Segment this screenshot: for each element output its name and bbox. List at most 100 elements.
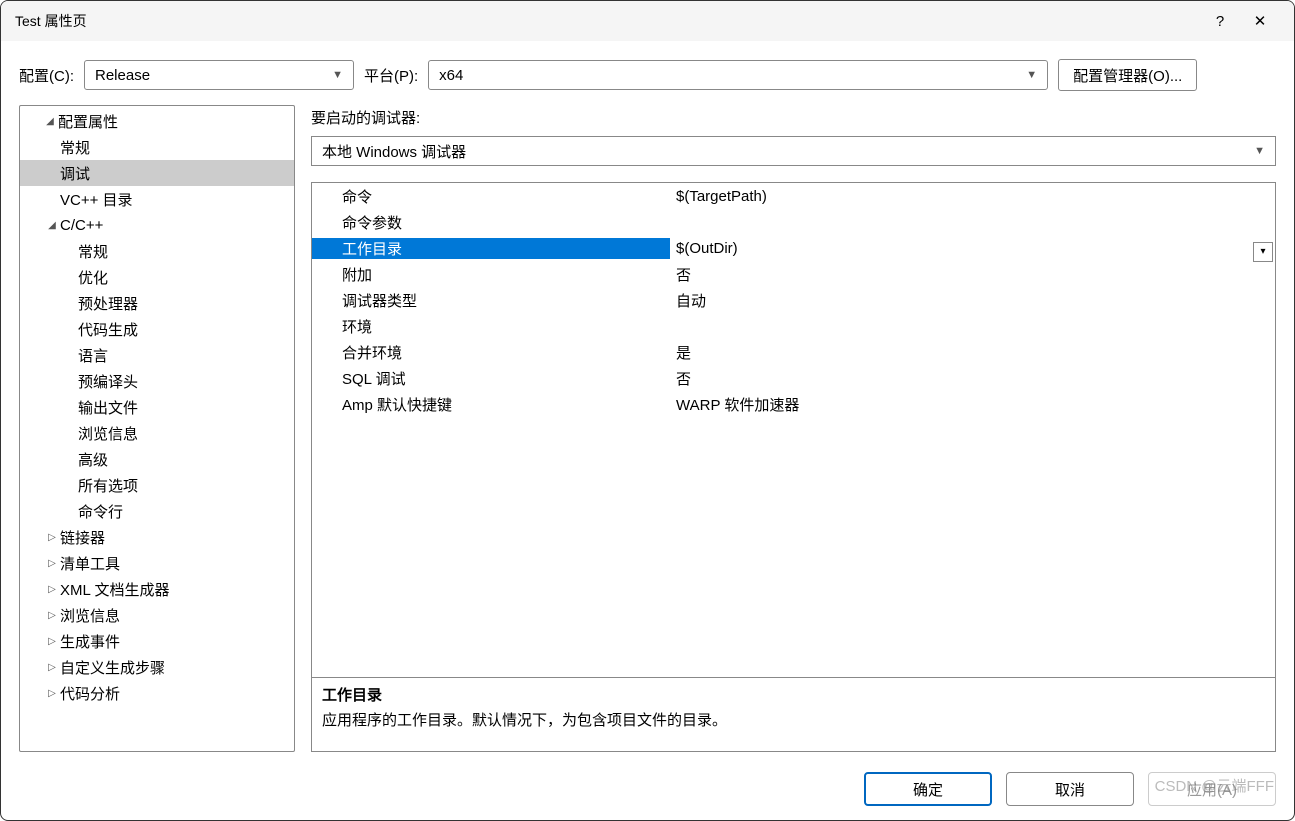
tree-item-label: 语言 <box>78 345 108 366</box>
property-row[interactable]: 调试器类型自动 <box>312 287 1275 313</box>
tree-item-label: 生成事件 <box>60 631 120 652</box>
tree-item-label: 预处理器 <box>78 293 138 314</box>
expand-arrow-icon: ▷ <box>44 662 60 673</box>
property-row[interactable]: 环境 <box>312 313 1275 339</box>
tree-item[interactable]: 浏览信息 <box>20 420 294 446</box>
tree-item[interactable]: 输出文件 <box>20 394 294 420</box>
property-value[interactable]: $(OutDir)▾ <box>670 240 1275 257</box>
category-tree[interactable]: ◢ 配置属性 常规调试VC++ 目录 ◢ C/C++ 常规优化预处理器代码生成语… <box>19 105 295 752</box>
expand-arrow-icon: ▷ <box>44 584 60 595</box>
tree-item-label: 常规 <box>78 241 108 262</box>
tree-item[interactable]: 常规 <box>20 238 294 264</box>
dropdown-button[interactable]: ▾ <box>1253 242 1273 262</box>
tree-item-label: 命令行 <box>78 501 123 522</box>
tree-item-label: 常规 <box>60 137 90 158</box>
close-button[interactable]: ✕ <box>1240 1 1280 41</box>
tree-item-label: XML 文档生成器 <box>60 579 169 600</box>
description-title: 工作目录 <box>322 684 1265 705</box>
property-row[interactable]: 工作目录$(OutDir)▾ <box>312 235 1275 261</box>
configuration-manager-button[interactable]: 配置管理器(O)... <box>1058 59 1197 91</box>
config-toolbar: 配置(C): Release ▼ 平台(P): x64 ▼ 配置管理器(O)..… <box>1 41 1294 97</box>
tree-item-cpp[interactable]: ◢ C/C++ <box>20 212 294 238</box>
tree-item-label: 浏览信息 <box>78 423 138 444</box>
apply-button[interactable]: 应用(A) <box>1148 772 1276 806</box>
property-value[interactable]: 是 <box>670 342 1275 363</box>
main-area: ◢ 配置属性 常规调试VC++ 目录 ◢ C/C++ 常规优化预处理器代码生成语… <box>1 97 1294 762</box>
property-value[interactable]: 否 <box>670 368 1275 389</box>
platform-label: 平台(P): <box>364 65 418 86</box>
chevron-down-icon: ▼ <box>332 69 343 81</box>
window-title: Test 属性页 <box>15 11 1200 31</box>
tree-item[interactable]: 代码生成 <box>20 316 294 342</box>
tree-item[interactable]: 所有选项 <box>20 472 294 498</box>
property-value[interactable]: WARP 软件加速器 <box>670 394 1275 415</box>
tree-item-label: 优化 <box>78 267 108 288</box>
expand-arrow-icon: ▷ <box>44 688 60 699</box>
property-grid: 命令$(TargetPath)命令参数工作目录$(OutDir)▾附加否调试器类… <box>311 182 1276 752</box>
cancel-button[interactable]: 取消 <box>1006 772 1134 806</box>
tree-item-label: 高级 <box>78 449 108 470</box>
collapse-arrow-icon: ◢ <box>42 116 58 127</box>
platform-value: x64 <box>439 67 463 84</box>
titlebar: Test 属性页 ? ✕ <box>1 1 1294 41</box>
configuration-value: Release <box>95 67 150 84</box>
property-row[interactable]: 命令$(TargetPath) <box>312 183 1275 209</box>
ok-button[interactable]: 确定 <box>864 772 992 806</box>
help-button[interactable]: ? <box>1200 1 1240 41</box>
chevron-down-icon: ▾ <box>1260 246 1265 257</box>
tree-item[interactable]: 命令行 <box>20 498 294 524</box>
property-value[interactable]: $(TargetPath) <box>670 188 1275 205</box>
tree-item-label: 预编译头 <box>78 371 138 392</box>
property-value[interactable]: 否 <box>670 264 1275 285</box>
tree-item-label: VC++ 目录 <box>60 189 133 210</box>
tree-item[interactable]: 高级 <box>20 446 294 472</box>
expand-arrow-icon: ▷ <box>44 532 60 543</box>
platform-select[interactable]: x64 ▼ <box>428 60 1048 90</box>
property-row[interactable]: 附加否 <box>312 261 1275 287</box>
configuration-select[interactable]: Release ▼ <box>84 60 354 90</box>
property-row[interactable]: 合并环境是 <box>312 339 1275 365</box>
tree-item[interactable]: 预编译头 <box>20 368 294 394</box>
property-name: 合并环境 <box>312 342 670 363</box>
expand-arrow-icon: ▷ <box>44 558 60 569</box>
tree-item[interactable]: 语言 <box>20 342 294 368</box>
property-pages-dialog: Test 属性页 ? ✕ 配置(C): Release ▼ 平台(P): x64… <box>0 0 1295 821</box>
tree-item-label: 调试 <box>60 163 90 184</box>
tree-item[interactable]: 预处理器 <box>20 290 294 316</box>
expand-arrow-icon: ▷ <box>44 610 60 621</box>
tree-item-label: 清单工具 <box>60 553 120 574</box>
property-row[interactable]: Amp 默认快捷键WARP 软件加速器 <box>312 391 1275 417</box>
tree-item-label: 浏览信息 <box>60 605 120 626</box>
tree-item-config-props[interactable]: ◢ 配置属性 <box>20 108 294 134</box>
tree-item[interactable]: ▷生成事件 <box>20 628 294 654</box>
debugger-label: 要启动的调试器: <box>311 107 1276 128</box>
tree-item[interactable]: VC++ 目录 <box>20 186 294 212</box>
tree-item[interactable]: 优化 <box>20 264 294 290</box>
tree-item[interactable]: 调试 <box>20 160 294 186</box>
configuration-label: 配置(C): <box>19 65 74 86</box>
property-value[interactable]: 自动 <box>670 290 1275 311</box>
debugger-select[interactable]: 本地 Windows 调试器 ▼ <box>311 136 1276 166</box>
property-row[interactable]: SQL 调试否 <box>312 365 1275 391</box>
property-name: Amp 默认快捷键 <box>312 394 670 415</box>
property-description: 工作目录 应用程序的工作目录。默认情况下，为包含项目文件的目录。 <box>312 677 1275 751</box>
tree-item-label: 代码生成 <box>78 319 138 340</box>
tree-item[interactable]: ▷自定义生成步骤 <box>20 654 294 680</box>
tree-item-label: 所有选项 <box>78 475 138 496</box>
tree-item[interactable]: ▷链接器 <box>20 524 294 550</box>
property-name: SQL 调试 <box>312 368 670 389</box>
tree-item[interactable]: ▷清单工具 <box>20 550 294 576</box>
tree-item[interactable]: ▷浏览信息 <box>20 602 294 628</box>
property-name: 命令 <box>312 186 670 207</box>
property-grid-body[interactable]: 命令$(TargetPath)命令参数工作目录$(OutDir)▾附加否调试器类… <box>312 183 1275 677</box>
property-row[interactable]: 命令参数 <box>312 209 1275 235</box>
tree-item-label: 链接器 <box>60 527 105 548</box>
tree-item[interactable]: ▷XML 文档生成器 <box>20 576 294 602</box>
chevron-down-icon: ▼ <box>1254 145 1265 157</box>
expand-arrow-icon: ▷ <box>44 636 60 647</box>
dialog-footer: 确定 取消 应用(A) <box>1 762 1294 820</box>
tree-item-label: 自定义生成步骤 <box>60 657 165 678</box>
debugger-value: 本地 Windows 调试器 <box>322 141 466 162</box>
tree-item[interactable]: 常规 <box>20 134 294 160</box>
tree-item[interactable]: ▷代码分析 <box>20 680 294 706</box>
